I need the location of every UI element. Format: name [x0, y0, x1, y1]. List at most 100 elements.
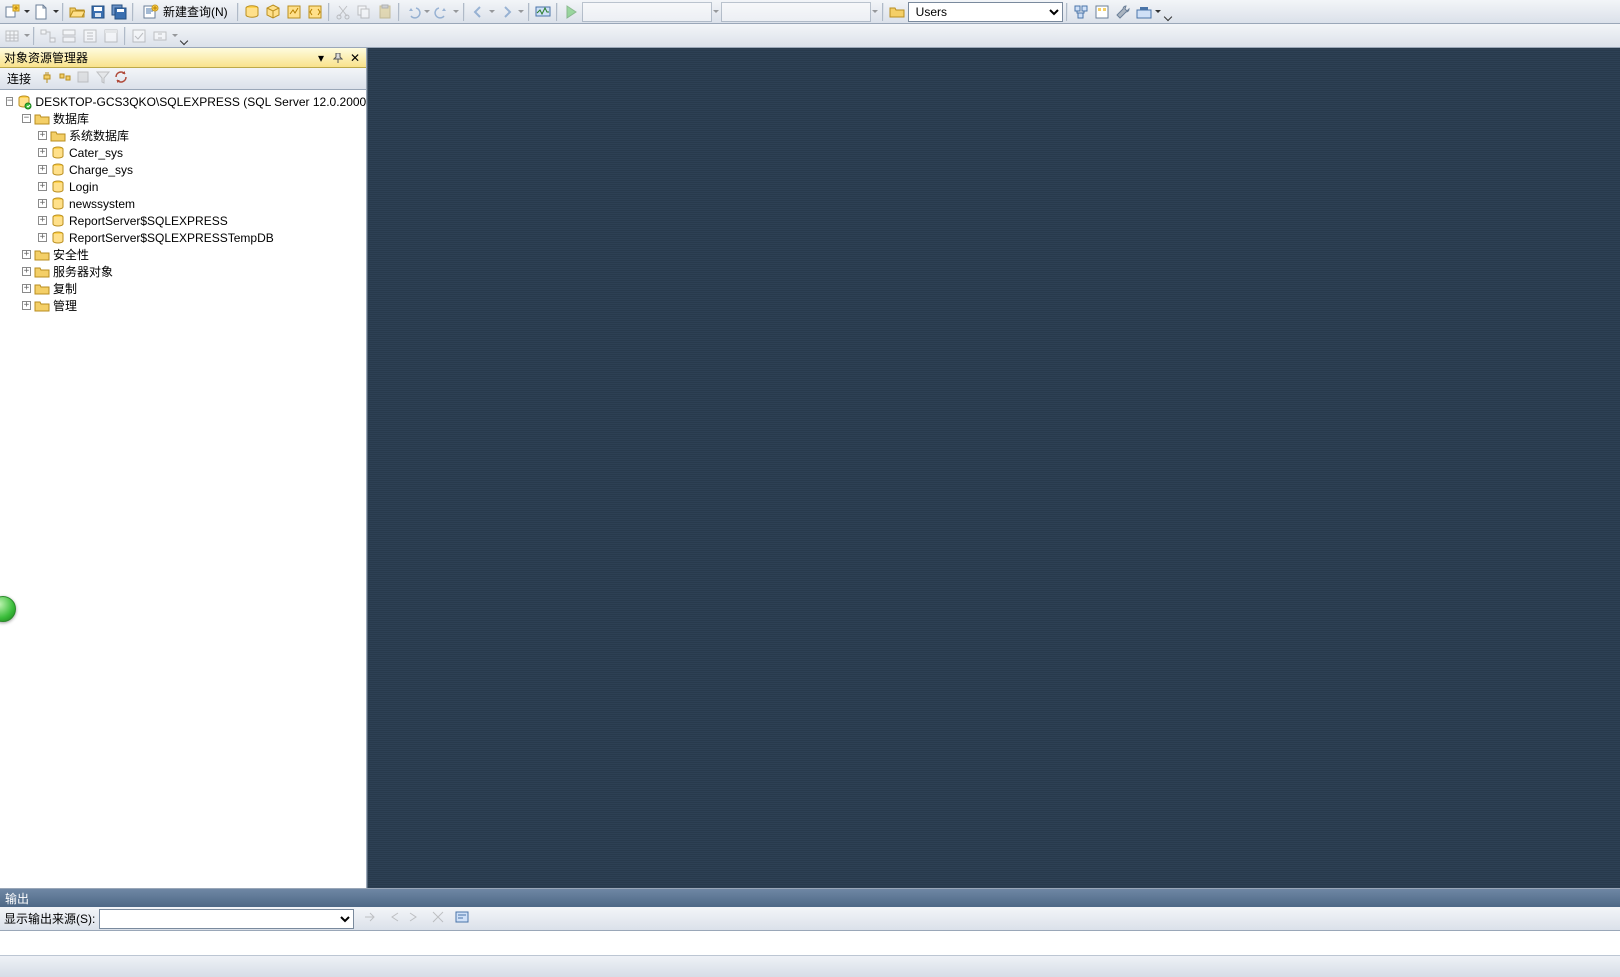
cut-button: [333, 2, 353, 22]
expand-toggle[interactable]: +: [38, 131, 47, 140]
stop-icon: [75, 69, 91, 85]
nav-back-icon: [470, 4, 486, 20]
tb2-btn-2: [38, 26, 58, 46]
folder-icon: [34, 111, 50, 127]
tree-server-node[interactable]: −DESKTOP-GCS3QKO\SQLEXPRESS (SQL Server …: [4, 93, 366, 110]
tree-sysdb-node[interactable]: +系统数据库: [4, 127, 366, 144]
tree-serverobjects-node[interactable]: +服务器对象: [4, 263, 366, 280]
tree-databases-node[interactable]: −数据库: [4, 110, 366, 127]
execute-button: [561, 2, 581, 22]
refresh-button[interactable]: [113, 69, 129, 88]
object-explorer-tree[interactable]: −DESKTOP-GCS3QKO\SQLEXPRESS (SQL Server …: [0, 90, 366, 888]
cube-query-icon: [265, 4, 281, 20]
mdx-query-button[interactable]: [263, 2, 283, 22]
tree-db-node[interactable]: +newssystem: [4, 195, 366, 212]
new-query-icon: [143, 4, 159, 20]
expand-toggle[interactable]: +: [38, 216, 47, 225]
dmx-query-button[interactable]: [284, 2, 304, 22]
copy-icon: [356, 4, 372, 20]
expand-toggle[interactable]: +: [22, 284, 31, 293]
out-wordwrap-button[interactable]: [454, 909, 470, 928]
tree-db-node[interactable]: +ReportServer$SQLEXPRESSTempDB: [4, 229, 366, 246]
panel-dropdown-icon[interactable]: ▾: [314, 51, 328, 65]
window-dropdown[interactable]: [1155, 2, 1162, 22]
document-area: [367, 48, 1620, 888]
nav-fwd-button: [497, 2, 517, 22]
servers-icon: [1073, 4, 1089, 20]
new-project-button[interactable]: [2, 2, 22, 22]
database-selector[interactable]: Users: [908, 2, 1063, 22]
toolbox-button[interactable]: [1134, 2, 1154, 22]
collapse-toggle[interactable]: −: [22, 114, 31, 123]
database-icon: [50, 196, 66, 212]
save-button[interactable]: [88, 2, 108, 22]
open-solution-button[interactable]: [887, 2, 907, 22]
database-icon: [50, 162, 66, 178]
expand-toggle[interactable]: +: [38, 199, 47, 208]
new-item-button[interactable]: [31, 2, 51, 22]
status-bar: [0, 955, 1620, 977]
collapse-toggle[interactable]: −: [6, 97, 13, 106]
sql-pane-icon: [61, 28, 77, 44]
db-engine-query-button[interactable]: [242, 2, 262, 22]
new-project-dropdown[interactable]: [23, 2, 30, 22]
tree-security-node[interactable]: +安全性: [4, 246, 366, 263]
expand-toggle[interactable]: +: [22, 250, 31, 259]
output-body[interactable]: [0, 931, 1620, 955]
replace-combo: [721, 2, 871, 22]
database-icon: [50, 145, 66, 161]
disconnect-button[interactable]: [57, 69, 73, 88]
folder-icon: [34, 247, 50, 263]
expand-toggle[interactable]: +: [38, 148, 47, 157]
tree-replication-node[interactable]: +复制: [4, 280, 366, 297]
new-query-button[interactable]: 新建查询(N): [137, 2, 234, 22]
clear-icon: [430, 909, 446, 925]
output-source-select[interactable]: [99, 909, 354, 929]
toolbox-icon: [1136, 4, 1152, 20]
registered-servers-button[interactable]: [1071, 2, 1091, 22]
toolbar-overflow-2[interactable]: [179, 26, 189, 46]
expand-toggle[interactable]: +: [38, 233, 47, 242]
expand-toggle[interactable]: +: [38, 182, 47, 191]
output-source-label: 显示输出来源(S):: [4, 910, 95, 927]
server-icon: [16, 94, 32, 110]
connect-button[interactable]: [39, 69, 55, 88]
open-file-button[interactable]: [67, 2, 87, 22]
tb2-btn-6: [129, 26, 149, 46]
undo-button: [403, 2, 423, 22]
wordwrap-icon: [454, 909, 470, 925]
folder-icon: [34, 298, 50, 314]
tb2-btn-1: [2, 26, 22, 46]
prev-msg-icon: [386, 909, 402, 925]
expand-toggle[interactable]: +: [22, 301, 31, 310]
results-pane-icon: [103, 28, 119, 44]
tree-db-node[interactable]: +Login: [4, 178, 366, 195]
panel-close-icon[interactable]: ✕: [348, 51, 362, 65]
expand-toggle[interactable]: +: [38, 165, 47, 174]
nav-back-button: [468, 2, 488, 22]
tree-db-node[interactable]: +ReportServer$SQLEXPRESS: [4, 212, 366, 229]
open-solution-icon: [889, 4, 905, 20]
output-titlebar[interactable]: 输出: [0, 889, 1620, 907]
xmla-query-button[interactable]: [305, 2, 325, 22]
tree-management-node[interactable]: +管理: [4, 297, 366, 314]
save-all-icon: [111, 4, 127, 20]
object-explorer-panel: 对象资源管理器 ▾ ✕ 连接 −DESKTOP-GCS3QKO\SQLEXPRE…: [0, 48, 367, 888]
template-explorer-button[interactable]: [1092, 2, 1112, 22]
folder-icon: [50, 128, 66, 144]
xml-query-icon: [307, 4, 323, 20]
tree-db-node[interactable]: +Charge_sys: [4, 161, 366, 178]
tree-db-node[interactable]: +Cater_sys: [4, 144, 366, 161]
activity-monitor-button[interactable]: [533, 2, 553, 22]
expand-toggle[interactable]: +: [22, 267, 31, 276]
new-item-dropdown[interactable]: [52, 2, 59, 22]
folder-icon: [34, 281, 50, 297]
toolbar-overflow-1[interactable]: [1163, 2, 1173, 22]
object-explorer-titlebar[interactable]: 对象资源管理器 ▾ ✕: [0, 48, 366, 68]
out-prev-button: [386, 909, 402, 928]
panel-pin-icon[interactable]: [331, 51, 345, 65]
goto-icon: [362, 909, 378, 925]
properties-window-button[interactable]: [1113, 2, 1133, 22]
save-all-button[interactable]: [109, 2, 129, 22]
criteria-pane-icon: [82, 28, 98, 44]
